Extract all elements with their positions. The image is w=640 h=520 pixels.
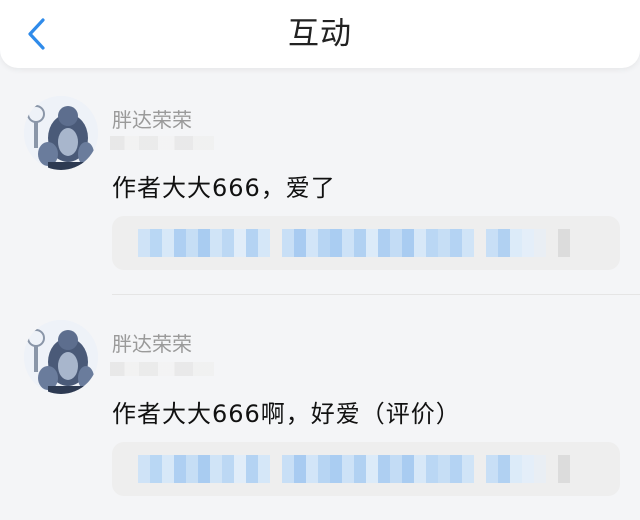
comment-item: 胖达荣荣 作者大大666啊，好爱（评价） xyxy=(0,316,640,516)
blurred-quote-text xyxy=(138,229,570,257)
comment-text: 作者大大666，爱了 xyxy=(112,174,336,202)
top-bar: 互动 xyxy=(0,0,640,68)
page-title: 互动 xyxy=(288,16,352,52)
comment-timestamp-blurred xyxy=(110,362,214,376)
avatar-image xyxy=(24,320,98,394)
avatar-image xyxy=(24,96,98,170)
quoted-content-card[interactable] xyxy=(112,216,620,270)
avatar[interactable] xyxy=(24,320,98,394)
divider xyxy=(112,294,640,295)
comment-item: 胖达荣荣 作者大大666，爱了 xyxy=(0,88,640,295)
username[interactable]: 胖达荣荣 xyxy=(112,104,192,133)
username[interactable]: 胖达荣荣 xyxy=(112,328,192,357)
avatar[interactable] xyxy=(24,96,98,170)
quoted-content-card[interactable] xyxy=(112,442,620,496)
comment-text: 作者大大666啊，好爱（评价） xyxy=(112,400,461,428)
blurred-quote-text xyxy=(138,455,570,483)
comment-timestamp-blurred xyxy=(110,136,214,150)
